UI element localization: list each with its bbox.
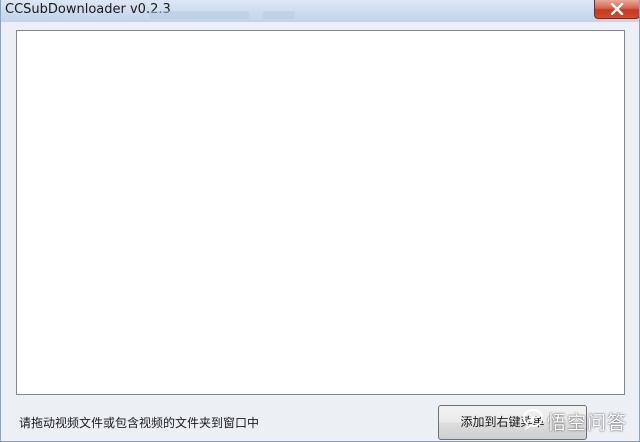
close-icon [595, 0, 639, 18]
close-button[interactable] [594, 0, 639, 19]
add-to-context-menu-label: 添加到右键菜单 [460, 415, 545, 429]
title-bar[interactable]: CCSubDownloader v0.2.3 [1, 0, 639, 22]
background-title-ghost [149, 11, 249, 19]
drop-area[interactable] [16, 30, 625, 395]
background-title-ghost [263, 11, 295, 19]
app-window: CCSubDownloader v0.2.3 请拖动视频文件或包含视频的文件夹到… [0, 0, 640, 442]
window-title: CCSubDownloader v0.2.3 [5, 2, 171, 17]
add-to-context-menu-button[interactable]: 添加到右键菜单 [438, 405, 587, 440]
status-text: 请拖动视频文件或包含视频的文件夹到窗口中 [19, 416, 260, 430]
